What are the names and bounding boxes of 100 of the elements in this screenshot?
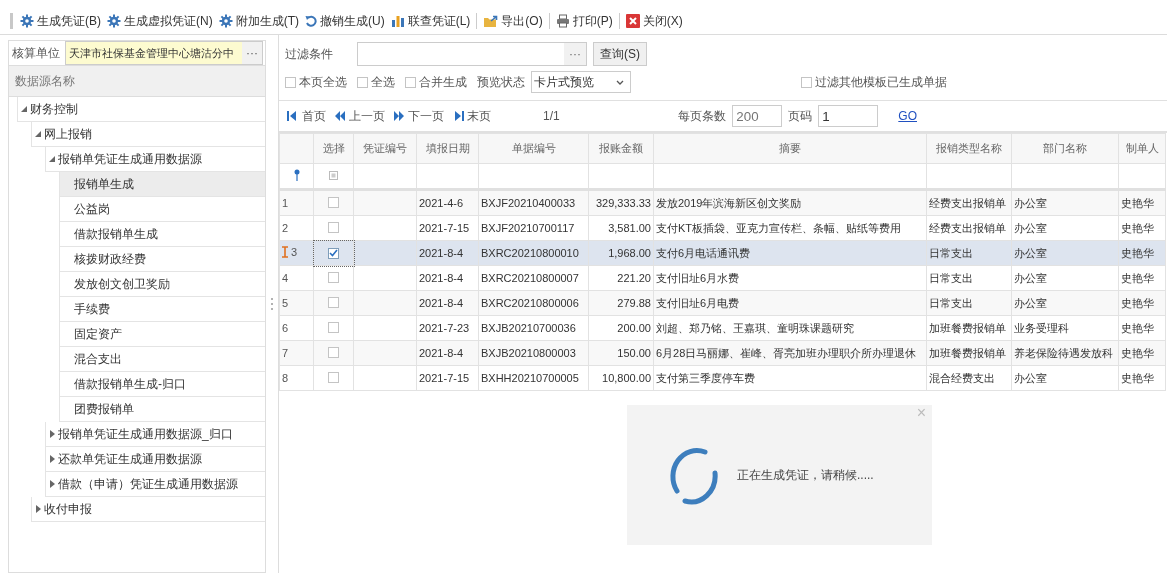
table-cell: 支付第三季度停车费 [653,365,927,391]
row-checkbox[interactable] [328,296,339,308]
preview-dropdown[interactable]: 卡片式预览 [531,71,631,93]
toolbar-button[interactable]: 附加生成(T) [215,10,302,32]
column-header[interactable]: 制单人 [1118,133,1166,164]
tree-item[interactable]: 固定资产 [59,322,265,347]
tree-item[interactable]: 网上报销 [31,122,265,147]
table-cell: 日常支出 [926,265,1012,291]
close-icon [625,14,640,28]
table-cell: 史艳华 [1118,315,1166,341]
next-page-icon [393,110,405,122]
table-cell: BXJB20210700036 [478,315,589,341]
column-header[interactable]: 选择 [313,133,354,164]
first-page-icon [287,110,299,122]
tree-item[interactable]: 公益岗 [59,197,265,222]
field-label: 页码 [788,107,813,125]
tree-item[interactable]: 报销单生成 [59,172,265,197]
tree-item[interactable]: 发放创文创卫奖励 [59,272,265,297]
table-cell: BXRC20210800007 [478,265,589,291]
unit-field[interactable]: 天津市社保基金管理中心塘沽分中 ··· [65,41,263,65]
checkbox[interactable] [357,76,368,88]
toolbar-button[interactable]: 打印(P) [552,10,616,32]
collapsed-triangle-icon [49,480,55,488]
toolbar-button[interactable]: 生成虚拟凭证(N) [104,10,216,32]
table-cell: 办公室 [1011,240,1119,266]
row-number: 7 [282,347,289,359]
tree-item[interactable]: 核拨财政经费 [59,247,265,272]
column-header[interactable]: 报账金额 [588,133,654,164]
tree-item[interactable]: 收付申报 [31,497,265,522]
checkbox-label: 过滤其他模板已生成单据 [815,73,947,91]
current-row-icon [282,246,288,258]
row-checkbox[interactable] [328,221,339,233]
row-checkbox[interactable] [328,346,339,358]
row-checkbox[interactable] [328,371,339,383]
table-cell: 2021-7-23 [416,315,479,341]
table-cell: 221.20 [588,265,654,291]
table-cell: 3,581.00 [588,215,654,241]
tree-item[interactable]: 混合支出 [59,347,265,372]
loading-message: 正在生成凭证，请稍候..... [737,466,874,484]
field-label: 核算单位 [11,44,61,62]
column-header[interactable]: 凭证编号 [353,133,417,164]
collapsed-triangle-icon [49,430,55,438]
expanded-triangle-icon [35,131,41,137]
query-button[interactable]: 查询(S) [593,42,647,66]
table-cell: 刘超、郑乃铭、王嘉琪、童明珠课题研究 [653,315,927,341]
browse-button[interactable]: ··· [242,42,262,64]
row-number: 6 [282,322,289,334]
checkbox-label: 合并生成 [419,73,467,91]
table-cell: BXJF20210400033 [478,189,589,216]
row-checkbox[interactable] [328,271,339,283]
pager-button[interactable]: 首页 [287,107,326,125]
checkbox-label: 本页全选 [299,73,347,91]
last-page-icon [452,110,464,122]
tree-item[interactable]: 报销单凭证生成通用数据源_归口 [45,422,265,447]
tree-item[interactable]: 借款（申请）凭证生成通用数据源 [45,472,265,497]
column-header[interactable]: 报销类型名称 [926,133,1012,164]
table-cell: 日常支出 [926,290,1012,316]
tree-item[interactable]: 团费报销单 [59,397,265,422]
browse-button[interactable]: ··· [564,43,586,65]
table-cell: 经费支出报销单 [926,215,1012,241]
column-header[interactable]: 单据编号 [478,133,589,164]
pager-button[interactable]: 末页 [452,107,491,125]
pager-button[interactable]: 上一页 [334,107,385,125]
page-size-field[interactable]: 200 [732,105,783,127]
column-header[interactable]: 摘要 [653,133,927,164]
toolbar-button[interactable]: 关闭(X) [622,10,686,32]
checkbox[interactable] [285,76,296,88]
checkbox[interactable] [801,76,812,88]
checkbox[interactable] [405,76,416,88]
toolbar-button[interactable]: 联查凭证(L) [387,10,474,32]
page-info: 1/1 [543,109,560,123]
toolbar-button[interactable]: 撤销生成(U) [302,10,388,32]
field-label: 预览状态 [477,73,525,91]
table-cell: 200.00 [588,315,654,341]
row-checkbox[interactable] [328,196,339,208]
toolbar-button[interactable]: 导出(O) [480,10,546,32]
go-link[interactable]: GO [898,109,917,123]
row-number: 3 [291,246,298,258]
table-cell: 办公室 [1011,189,1119,216]
tree-item[interactable]: 手续费 [59,297,265,322]
row-checkbox[interactable] [328,321,339,333]
column-header[interactable]: 填报日期 [416,133,479,164]
column-header[interactable]: 部门名称 [1011,133,1119,164]
pager-button[interactable]: 下一页 [393,107,444,125]
row-number: 5 [282,297,289,309]
expanded-triangle-icon [49,156,55,162]
page-number-field[interactable]: 1 [818,105,879,127]
row-number: 8 [282,372,289,384]
panel-header: 数据源名称 [9,66,265,97]
table-cell: 支付旧址6月电费 [653,290,927,316]
tree-item[interactable]: 财务控制 [17,97,265,122]
table-cell: 办公室 [1011,290,1119,316]
splitter-handle-icon [271,297,273,311]
table-cell: BXHH20210700005 [478,365,589,391]
tree-item[interactable]: 还款单凭证生成通用数据源 [45,447,265,472]
filter-field[interactable]: ··· [357,42,587,66]
toolbar-button[interactable]: 生成凭证(B) [17,10,104,32]
tree-item[interactable]: 借款报销单生成 [59,222,265,247]
row-checkbox[interactable] [328,247,339,259]
tree-item[interactable]: 借款报销单生成-归口 [59,372,265,397]
